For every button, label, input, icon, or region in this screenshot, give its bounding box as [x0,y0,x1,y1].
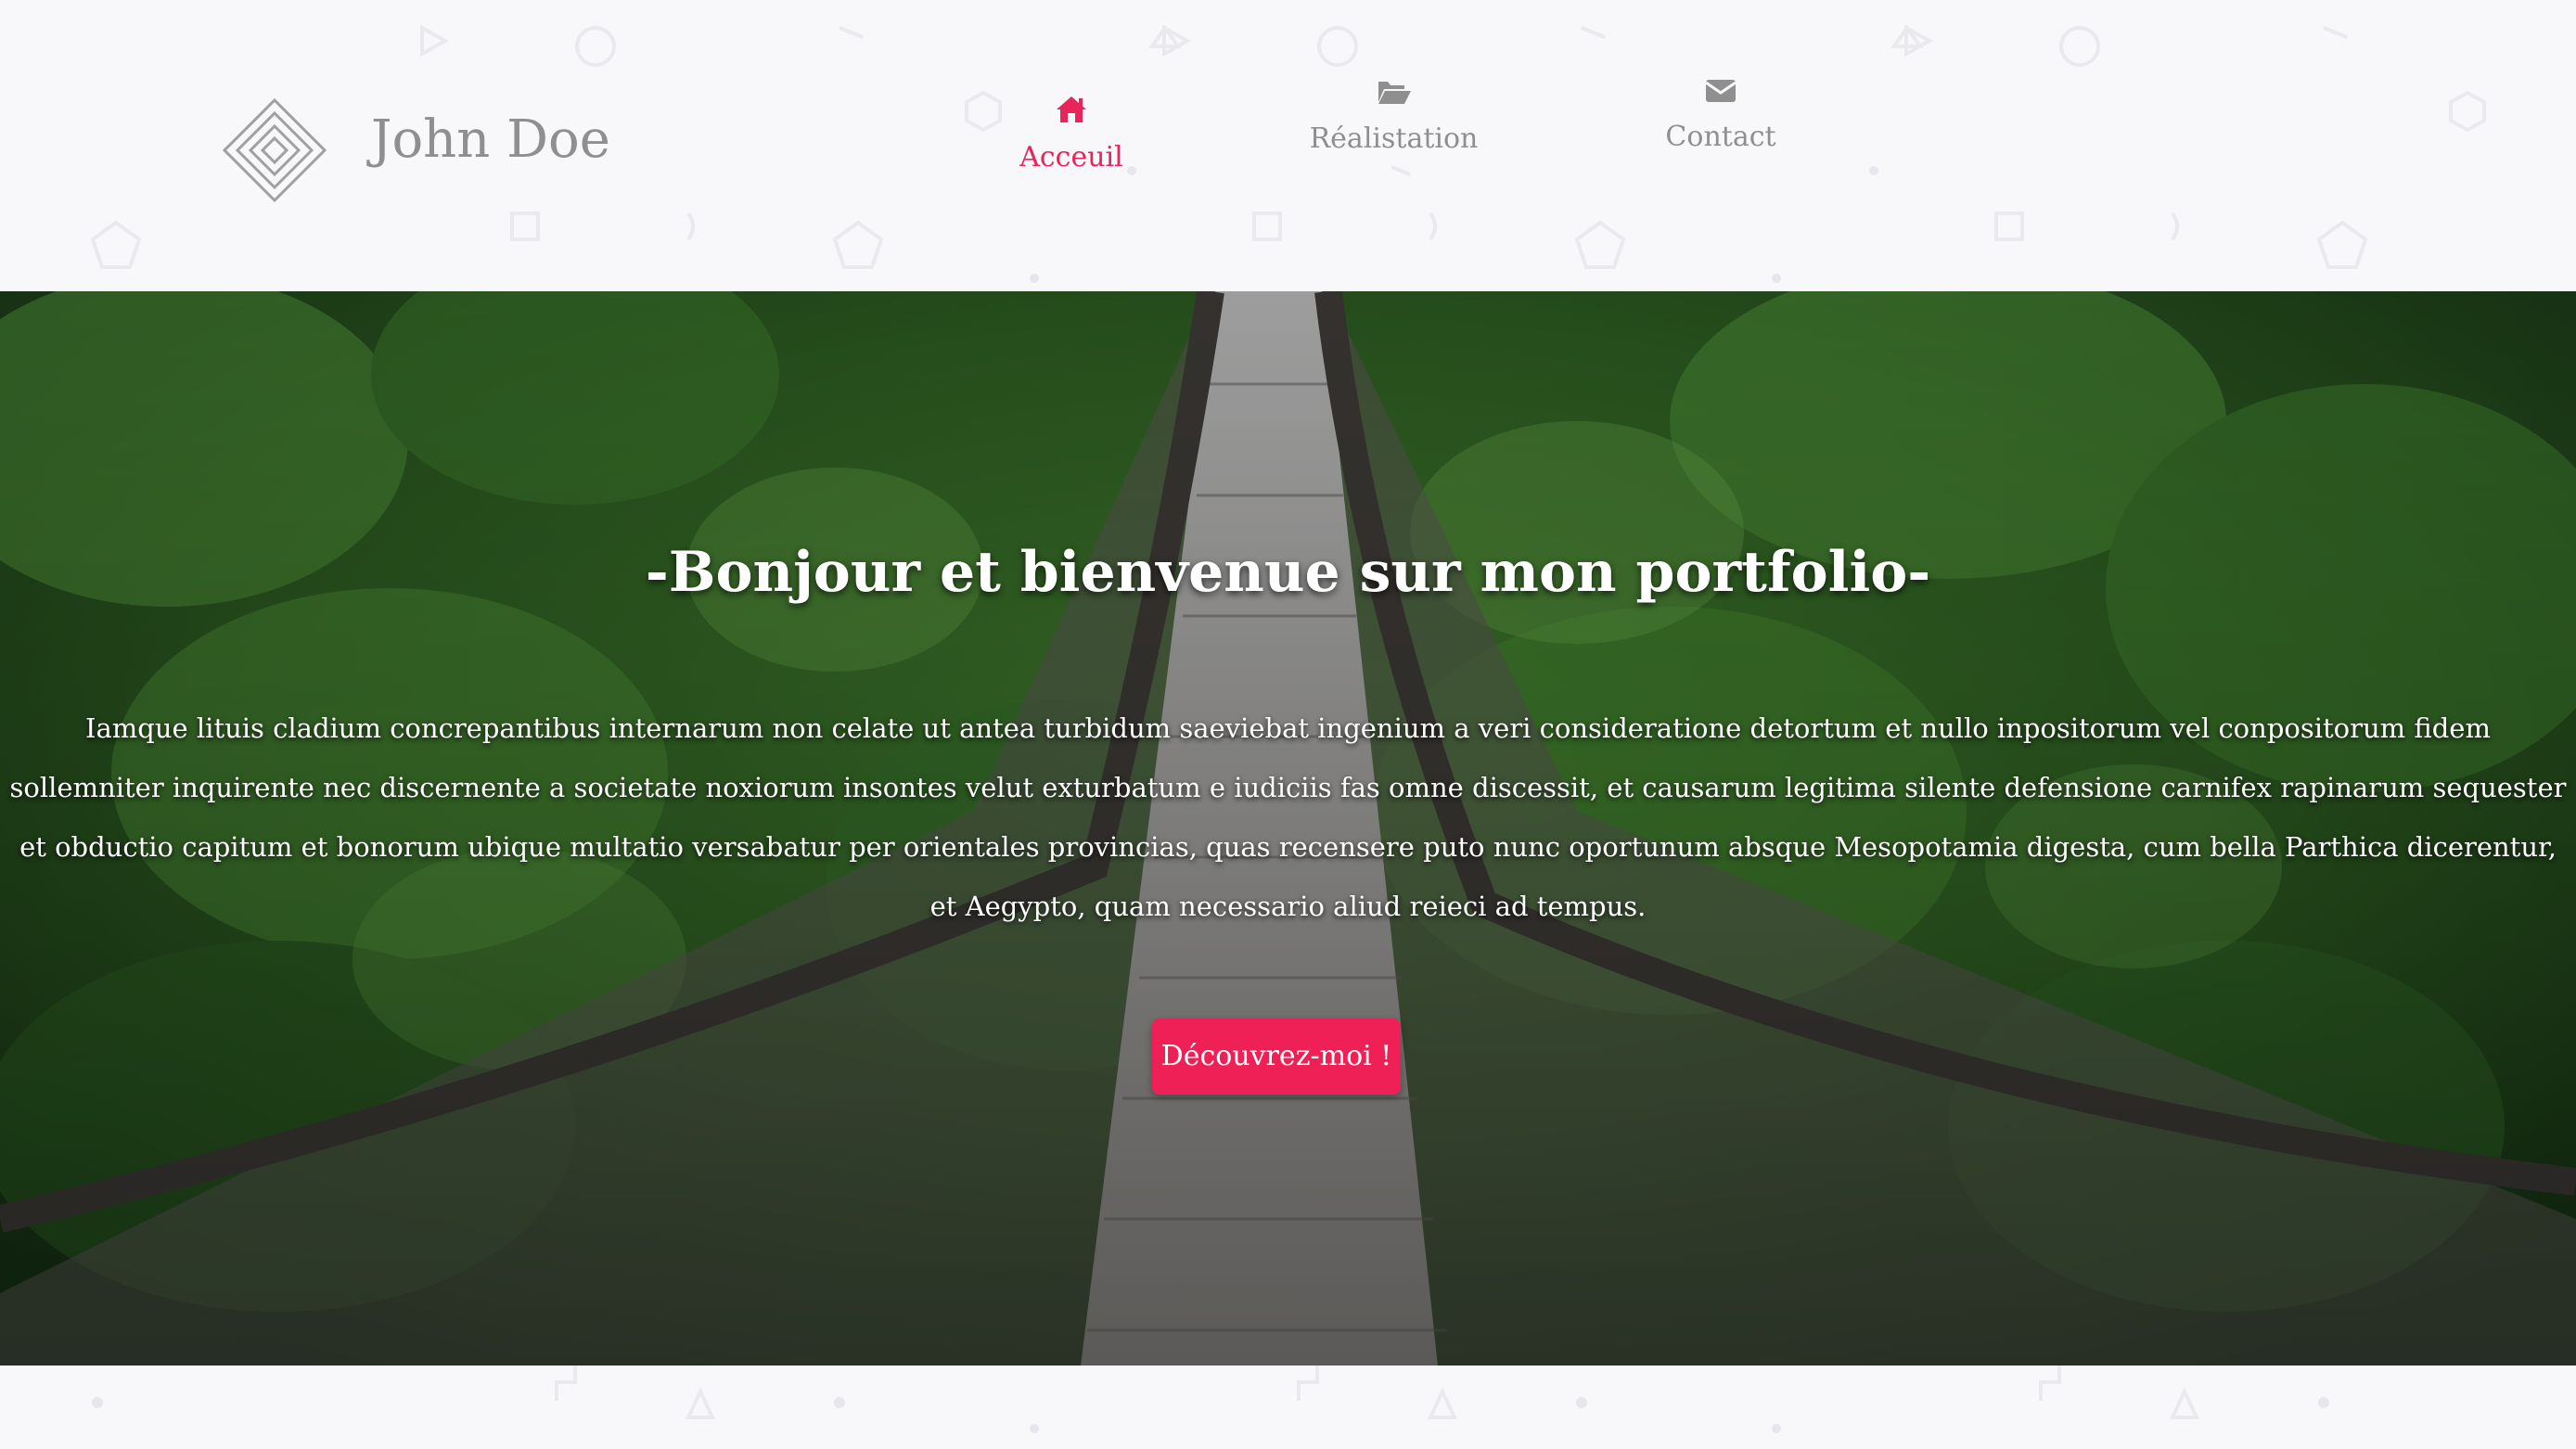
diamond-logo-icon[interactable] [221,96,328,204]
nav-label-home: Acceuil [1019,141,1123,173]
nav-label-contact: Contact [1665,121,1776,153]
site-header: John Doe Acceuil Réalistation Contact [0,0,2576,291]
nav-item-realisation[interactable]: Réalistation [1299,78,1489,155]
folder-open-icon [1378,82,1411,104]
nav-item-contact[interactable]: Contact [1651,78,1790,153]
hero-section: -Bonjour et bienvenue sur mon portfolio-… [0,291,2576,1366]
envelope-icon [1705,80,1737,102]
page: John Doe Acceuil Réalistation Contact -B… [0,0,2576,1449]
brand-name[interactable]: John Doe [371,109,610,170]
nav-label-realisation: Réalistation [1309,122,1479,155]
hero-paragraph: Iamque lituis cladium concrepantibus int… [9,712,2567,922]
hero-title: -Bonjour et bienvenue sur mon portfolio- [645,540,1931,606]
home-icon [1057,96,1086,122]
nav-item-home[interactable]: Acceuil [1002,95,1141,173]
discover-me-button[interactable]: Découvrez-moi ! [1152,1019,1401,1095]
